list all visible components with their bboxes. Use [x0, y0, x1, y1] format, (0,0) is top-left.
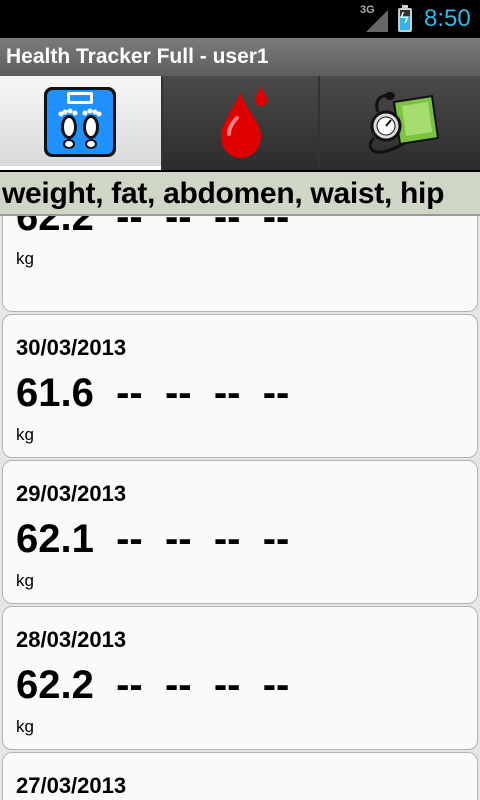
entry-waist: --	[213, 371, 241, 415]
entry-card[interactable]: 28/03/2013 62.2 -- -- -- -- kg	[2, 606, 478, 750]
entry-unit: kg	[16, 571, 34, 590]
entry-fat: --	[116, 663, 143, 707]
entry-weight: 62.1	[16, 517, 94, 561]
entry-abdomen: --	[164, 371, 192, 415]
signal-icon	[366, 10, 388, 32]
entry-fat: --	[116, 371, 143, 415]
entry-unit: kg	[16, 717, 34, 736]
entry-weight: 62.2	[16, 663, 94, 707]
column-header: weight, fat, abdomen, waist, hip	[0, 172, 480, 216]
status-bar: 3G ϟ 8:50	[0, 0, 480, 38]
entry-card[interactable]: 29/03/2013 62.1 -- -- -- -- kg	[2, 460, 478, 604]
column-header-text: weight, fat, abdomen, waist, hip	[2, 177, 445, 210]
entry-hip: --	[262, 517, 290, 561]
entry-waist: --	[213, 216, 241, 239]
entry-hip: --	[262, 216, 290, 239]
entry-waist: --	[213, 663, 241, 707]
title-bar: Health Tracker Full - user1	[0, 38, 480, 76]
entry-values: 62.2 -- -- -- --	[16, 663, 289, 708]
entry-card[interactable]: 27/03/2013	[2, 752, 478, 800]
entry-date: 28/03/2013	[16, 627, 127, 652]
charging-icon: ϟ	[400, 10, 409, 27]
entry-values: 62.2 -- -- -- --	[16, 216, 289, 240]
tab-blood-glucose[interactable]	[163, 76, 318, 170]
tab-weight[interactable]	[0, 76, 161, 170]
entry-waist: --	[213, 517, 241, 561]
entry-unit: kg	[16, 425, 34, 444]
entry-unit: kg	[16, 249, 34, 268]
entry-abdomen: --	[164, 663, 192, 707]
entry-weight: 62.2	[16, 216, 94, 239]
tab-blood-pressure[interactable]	[320, 76, 480, 170]
entry-hip: --	[262, 663, 290, 707]
entry-hip: --	[262, 371, 290, 415]
entry-abdomen: --	[164, 517, 192, 561]
blood-drop-icon	[221, 86, 267, 158]
entry-abdomen: --	[164, 216, 192, 239]
entry-card[interactable]: 30/03/2013 61.6 -- -- -- -- kg	[2, 314, 478, 458]
entry-list[interactable]: 62.2 -- -- -- -- kg 30/03/2013 61.6 -- -…	[0, 216, 480, 800]
entry-date: 30/03/2013	[16, 335, 127, 360]
scale-icon	[44, 87, 116, 157]
tab-bar	[0, 76, 480, 170]
blood-pressure-icon	[368, 92, 440, 154]
clock: 8:50	[424, 5, 471, 32]
entry-date: 29/03/2013	[16, 481, 127, 506]
entry-fat: --	[116, 216, 143, 239]
entry-card[interactable]: 62.2 -- -- -- -- kg	[2, 216, 478, 312]
entry-values: 62.1 -- -- -- --	[16, 517, 289, 562]
entry-date: 27/03/2013	[16, 773, 127, 798]
entry-values: 61.6 -- -- -- --	[16, 371, 289, 416]
app-title: Health Tracker Full - user1	[6, 45, 269, 68]
entry-weight: 61.6	[16, 371, 94, 415]
entry-fat: --	[116, 517, 143, 561]
